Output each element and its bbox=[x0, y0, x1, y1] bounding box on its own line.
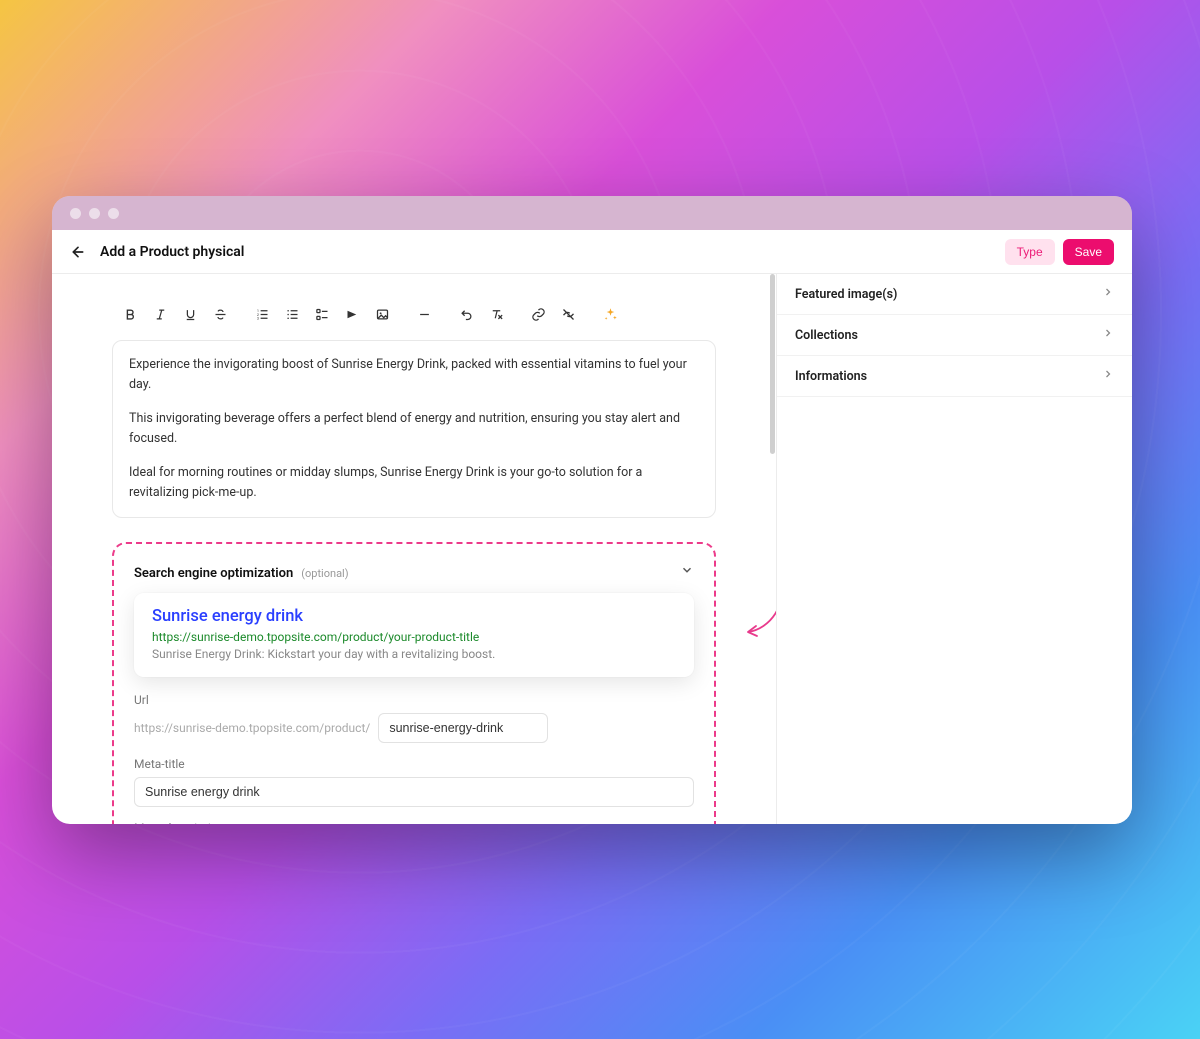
description-paragraph-3: Ideal for morning routines or midday slu… bbox=[129, 463, 699, 503]
seo-preview-description: Sunrise Energy Drink: Kickstart your day… bbox=[152, 647, 676, 661]
back-arrow-icon[interactable] bbox=[70, 244, 86, 260]
sidebar-item-label: Informations bbox=[795, 369, 867, 384]
seo-preview-url: https://sunrise-demo.tpopsite.com/produc… bbox=[152, 630, 676, 644]
image-icon[interactable] bbox=[368, 300, 396, 328]
description-paragraph-1: Experience the invigorating boost of Sun… bbox=[129, 355, 699, 395]
url-field-label: Url bbox=[134, 693, 694, 707]
main-content: 123 Experience the invigorating boost of… bbox=[52, 274, 776, 824]
seo-optional-label: (optional) bbox=[301, 567, 348, 580]
ordered-list-icon[interactable]: 123 bbox=[248, 300, 276, 328]
strikethrough-icon[interactable] bbox=[206, 300, 234, 328]
horizontal-rule-icon[interactable] bbox=[410, 300, 438, 328]
chevron-right-icon bbox=[1102, 368, 1114, 384]
meta-title-input[interactable] bbox=[134, 777, 694, 807]
seo-preview-card: Sunrise energy drink https://sunrise-dem… bbox=[134, 593, 694, 677]
callout-arrow-icon bbox=[740, 574, 776, 654]
chevron-right-icon bbox=[1102, 286, 1114, 302]
chevron-right-icon bbox=[1102, 327, 1114, 343]
window-dot-max[interactable] bbox=[108, 208, 119, 219]
sidebar-item-collections[interactable]: Collections bbox=[777, 315, 1132, 356]
save-button[interactable]: Save bbox=[1063, 239, 1114, 265]
undo-icon[interactable] bbox=[452, 300, 480, 328]
right-sidebar: Featured image(s) Collections Informatio… bbox=[776, 274, 1132, 824]
url-slug-input[interactable] bbox=[378, 713, 548, 743]
scrollbar-thumb[interactable] bbox=[770, 274, 775, 454]
seo-heading: Search engine optimization bbox=[134, 566, 293, 581]
window-dot-min[interactable] bbox=[89, 208, 100, 219]
bullet-list-icon[interactable] bbox=[278, 300, 306, 328]
app-window: Add a Product physical Type Save 123 bbox=[52, 196, 1132, 824]
link-icon[interactable] bbox=[524, 300, 552, 328]
sidebar-item-label: Featured image(s) bbox=[795, 287, 897, 302]
type-button[interactable]: Type bbox=[1005, 239, 1055, 265]
clear-format-icon[interactable] bbox=[482, 300, 510, 328]
checklist-icon[interactable] bbox=[308, 300, 336, 328]
seo-section: Search engine optimization (optional) Su… bbox=[112, 542, 716, 824]
description-label-cut bbox=[112, 284, 716, 294]
meta-title-label: Meta-title bbox=[134, 757, 694, 771]
align-left-icon[interactable] bbox=[338, 300, 366, 328]
sidebar-item-label: Collections bbox=[795, 328, 858, 343]
description-editor[interactable]: Experience the invigorating boost of Sun… bbox=[112, 340, 716, 518]
page-title: Add a Product physical bbox=[100, 244, 244, 260]
sidebar-item-informations[interactable]: Informations bbox=[777, 356, 1132, 397]
ai-sparkle-icon[interactable] bbox=[596, 300, 624, 328]
svg-text:3: 3 bbox=[256, 316, 258, 320]
editor-toolbar: 123 bbox=[112, 298, 716, 330]
window-titlebar bbox=[52, 196, 1132, 230]
page-header: Add a Product physical Type Save bbox=[52, 230, 1132, 274]
bold-icon[interactable] bbox=[116, 300, 144, 328]
meta-description-label: Meta-description bbox=[134, 821, 694, 824]
seo-preview-title: Sunrise energy drink bbox=[152, 607, 676, 626]
italic-icon[interactable] bbox=[146, 300, 174, 328]
description-paragraph-2: This invigorating beverage offers a perf… bbox=[129, 409, 699, 449]
sidebar-item-featured-images[interactable]: Featured image(s) bbox=[777, 274, 1132, 315]
seo-collapse-toggle[interactable] bbox=[680, 562, 694, 581]
window-dot-close[interactable] bbox=[70, 208, 81, 219]
unlink-icon[interactable] bbox=[554, 300, 582, 328]
underline-icon[interactable] bbox=[176, 300, 204, 328]
url-base-text: https://sunrise-demo.tpopsite.com/produc… bbox=[134, 721, 370, 735]
